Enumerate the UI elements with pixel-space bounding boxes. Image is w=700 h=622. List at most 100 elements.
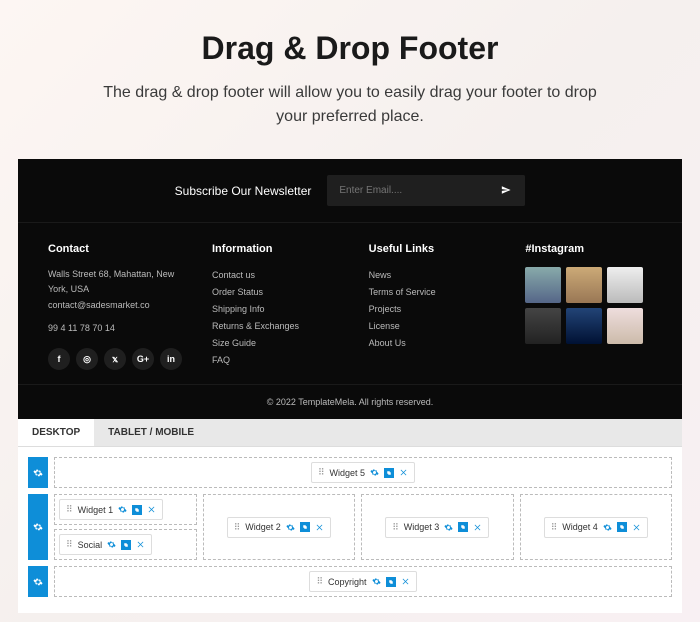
row-settings-button[interactable] <box>28 494 48 560</box>
duplicate-icon[interactable] <box>617 522 627 532</box>
linkedin-icon[interactable]: in <box>160 348 182 370</box>
widget-label: Widget 5 <box>330 468 366 478</box>
contact-phone: 99 4 11 78 70 14 <box>48 321 182 336</box>
close-icon[interactable] <box>473 523 482 532</box>
drag-handle-icon[interactable]: ⠿ <box>318 467 325 478</box>
tab-mobile[interactable]: TABLET / MOBILE <box>94 419 208 446</box>
instagram-tile[interactable] <box>525 308 561 344</box>
widget-block[interactable]: ⠿ Widget 3 <box>385 517 489 538</box>
drag-handle-icon[interactable]: ⠿ <box>392 522 399 533</box>
instagram-icon[interactable]: ◎ <box>76 348 98 370</box>
builder-slot[interactable]: ⠿ Social <box>54 529 197 560</box>
widget-label: Social <box>78 540 103 550</box>
facebook-icon[interactable]: f <box>48 348 70 370</box>
tab-desktop[interactable]: DESKTOP <box>18 419 94 446</box>
gear-icon[interactable] <box>444 523 453 532</box>
page-title: Drag & Drop Footer <box>40 30 660 67</box>
newsletter-send-button[interactable] <box>487 175 525 206</box>
instagram-heading: #Instagram <box>525 243 652 255</box>
drag-handle-icon[interactable]: ⠿ <box>66 504 73 515</box>
useful-link[interactable]: News <box>369 267 496 284</box>
duplicate-icon[interactable] <box>458 522 468 532</box>
row-settings-button[interactable] <box>28 457 48 488</box>
newsletter-label: Subscribe Our Newsletter <box>175 184 312 198</box>
google-plus-icon[interactable]: G+ <box>132 348 154 370</box>
builder-row: ⠿ Widget 1 ⠿ Social <box>28 494 672 560</box>
duplicate-icon[interactable] <box>121 540 131 550</box>
useful-heading: Useful Links <box>369 243 496 255</box>
close-icon[interactable] <box>632 523 641 532</box>
page-subtitle: The drag & drop footer will allow you to… <box>90 81 610 129</box>
newsletter-bar: Subscribe Our Newsletter <box>18 159 682 223</box>
instagram-tile[interactable] <box>525 267 561 303</box>
close-icon[interactable] <box>136 540 145 549</box>
builder-row: ⠿ Copyright <box>28 566 672 597</box>
contact-heading: Contact <box>48 243 182 255</box>
widget-block[interactable]: ⠿ Widget 2 <box>227 517 331 538</box>
widget-block[interactable]: ⠿ Widget 4 <box>544 517 648 538</box>
instagram-tile[interactable] <box>607 267 643 303</box>
gear-icon[interactable] <box>370 468 379 477</box>
widget-block[interactable]: ⠿ Widget 5 <box>311 462 415 483</box>
gear-icon[interactable] <box>107 540 116 549</box>
footer-col-instagram: #Instagram <box>525 243 652 370</box>
duplicate-icon[interactable] <box>384 468 394 478</box>
gear-icon[interactable] <box>372 577 381 586</box>
info-link[interactable]: Returns & Exchanges <box>212 318 339 335</box>
builder-slot[interactable]: ⠿ Widget 3 <box>361 494 514 560</box>
close-icon[interactable] <box>401 577 410 586</box>
duplicate-icon[interactable] <box>300 522 310 532</box>
duplicate-icon[interactable] <box>386 577 396 587</box>
builder-slot[interactable]: ⠿ Widget 5 <box>54 457 672 488</box>
useful-link[interactable]: Projects <box>369 301 496 318</box>
builder-slot[interactable]: ⠿ Widget 1 <box>54 494 197 525</box>
twitter-icon[interactable]: 𝕩 <box>104 348 126 370</box>
drag-handle-icon[interactable]: ⠿ <box>66 539 73 550</box>
duplicate-icon[interactable] <box>132 505 142 515</box>
footer-col-useful: Useful Links News Terms of Service Proje… <box>369 243 496 370</box>
widget-block[interactable]: ⠿ Widget 1 <box>59 499 163 520</box>
footer-preview: Subscribe Our Newsletter Contact Walls S… <box>18 159 682 419</box>
footer-col-information: Information Contact us Order Status Ship… <box>212 243 339 370</box>
social-icons: f ◎ 𝕩 G+ in <box>48 348 182 370</box>
info-link[interactable]: Shipping Info <box>212 301 339 318</box>
widget-label: Widget 4 <box>562 522 598 532</box>
close-icon[interactable] <box>147 505 156 514</box>
instagram-tile[interactable] <box>566 267 602 303</box>
row-settings-button[interactable] <box>28 566 48 597</box>
widget-block[interactable]: ⠿ Social <box>59 534 152 555</box>
builder-slot[interactable]: ⠿ Copyright <box>54 566 672 597</box>
info-link[interactable]: Contact us <box>212 267 339 284</box>
information-heading: Information <box>212 243 339 255</box>
contact-address: Walls Street 68, Mahattan, New York, USA <box>48 267 182 298</box>
widget-label: Widget 3 <box>404 522 440 532</box>
widget-label: Copyright <box>328 577 367 587</box>
instagram-tile[interactable] <box>607 308 643 344</box>
close-icon[interactable] <box>315 523 324 532</box>
gear-icon[interactable] <box>286 523 295 532</box>
instagram-tile[interactable] <box>566 308 602 344</box>
info-link[interactable]: Size Guide <box>212 335 339 352</box>
paper-plane-icon <box>501 183 511 198</box>
useful-link[interactable]: About Us <box>369 335 496 352</box>
info-link[interactable]: FAQ <box>212 352 339 369</box>
gear-icon[interactable] <box>603 523 612 532</box>
newsletter-input[interactable] <box>327 177 487 204</box>
builder-slot[interactable]: ⠿ Widget 2 <box>203 494 356 560</box>
contact-email: contact@sadesmarket.co <box>48 298 182 313</box>
builder-tabs: DESKTOP TABLET / MOBILE <box>18 419 682 447</box>
widget-block[interactable]: ⠿ Copyright <box>309 571 416 592</box>
builder-slot[interactable]: ⠿ Widget 4 <box>520 494 673 560</box>
gear-icon[interactable] <box>118 505 127 514</box>
footer-col-contact: Contact Walls Street 68, Mahattan, New Y… <box>48 243 182 370</box>
widget-label: Widget 2 <box>245 522 281 532</box>
layout-builder: DESKTOP TABLET / MOBILE ⠿ Widget 5 <box>18 419 682 613</box>
info-link[interactable]: Order Status <box>212 284 339 301</box>
drag-handle-icon[interactable]: ⠿ <box>234 522 241 533</box>
useful-link[interactable]: License <box>369 318 496 335</box>
drag-handle-icon[interactable]: ⠿ <box>551 522 558 533</box>
builder-row: ⠿ Widget 5 <box>28 457 672 488</box>
useful-link[interactable]: Terms of Service <box>369 284 496 301</box>
drag-handle-icon[interactable]: ⠿ <box>316 576 323 587</box>
close-icon[interactable] <box>399 468 408 477</box>
